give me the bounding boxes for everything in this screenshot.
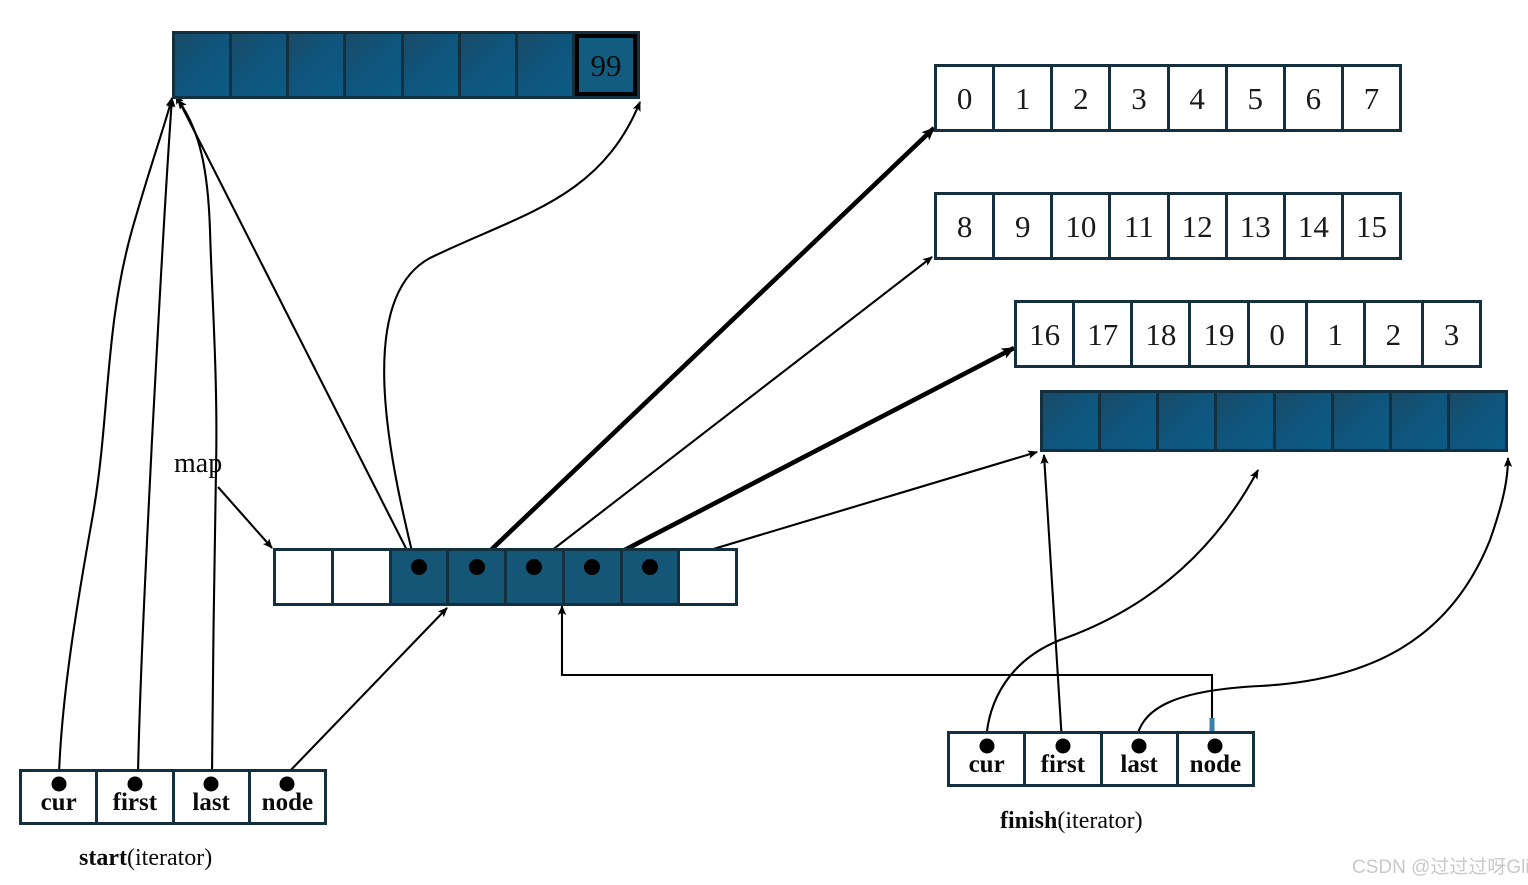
top-buffer-cell: 99 <box>574 34 637 96</box>
array-8-15-cell: 13 <box>1228 195 1286 257</box>
array-8-15-cell: 14 <box>1286 195 1344 257</box>
start-field-node: node <box>251 772 324 822</box>
top-buffer-cell <box>346 34 404 96</box>
bottom-right-buffer-cell <box>1159 393 1218 449</box>
bottom-right-buffer-cell <box>1391 393 1450 449</box>
array-0-7-cell: 6 <box>1286 67 1344 129</box>
bottom-right-buffer-cell <box>1043 393 1102 449</box>
array-16-3-cell: 1 <box>1308 303 1366 365</box>
start-last-dot <box>203 776 219 792</box>
map-cell <box>391 551 450 603</box>
top-buffer-cell <box>403 34 461 96</box>
array-0-7: 01234567 <box>934 64 1402 132</box>
bottom-right-buffer-cell <box>1275 393 1334 449</box>
map-cell-pointer-dot <box>410 559 427 575</box>
array-8-15-cell: 9 <box>995 195 1054 257</box>
array-0-7-cell: 2 <box>1053 67 1112 129</box>
top-buffer-cell <box>289 34 347 96</box>
array-16-3-cell: 2 <box>1366 303 1424 365</box>
watermark: CSDN @过过过呀Glik <box>1352 857 1528 878</box>
array-8-15: 8 9 10 11 12 13 14 15 <box>934 192 1402 260</box>
start-caption-bold: start <box>79 845 127 871</box>
map-cell-pointer-dot <box>468 559 485 575</box>
start-field-first: first <box>98 772 175 822</box>
array-8-15-cell: 8 <box>937 195 996 257</box>
start-field-last: last <box>175 772 251 822</box>
diagram-canvas: 99 01234567 8 9 10 11 12 13 14 15 16 17 18 19 0 1 2 3 … <box>0 0 1528 885</box>
map-cell <box>622 551 681 603</box>
array-16-3-cell: 18 <box>1133 303 1192 365</box>
start-caption-rest: (iterator) <box>126 845 213 871</box>
start-field-label: last <box>192 789 230 816</box>
finish-field-first: first <box>1026 734 1103 784</box>
array-16-3-cell: 19 <box>1191 303 1250 365</box>
finish-cur-dot <box>979 738 995 754</box>
top-buffer: 99 <box>172 31 640 99</box>
map-cell-pointer-dot <box>641 559 658 575</box>
array-16-3-cell: 17 <box>1075 303 1134 365</box>
finish-caption-rest: (iterator) <box>1057 808 1143 834</box>
array-16-3: 16 17 18 19 0 1 2 3 <box>1014 300 1482 368</box>
map-cell-pointer-dot <box>526 559 543 575</box>
start-field-label: node <box>261 789 314 816</box>
map-cell <box>564 551 623 603</box>
map-cell <box>333 551 392 603</box>
array-0-7-cell: 1 <box>995 67 1054 129</box>
top-buffer-cell <box>175 34 233 96</box>
array-16-3-cell: 16 <box>1017 303 1076 365</box>
array-16-3-cell: 3 <box>1443 316 1460 352</box>
finish-field-node: node <box>1179 734 1252 784</box>
map-array <box>273 548 738 606</box>
bottom-right-buffer <box>1040 390 1508 452</box>
top-buffer-cell <box>460 34 518 96</box>
array-0-7-cell: 0 <box>937 67 996 129</box>
start-field-cur: cur <box>22 772 99 822</box>
start-iterator: cur first last node <box>19 769 327 825</box>
array-8-15-cell: 15 <box>1355 208 1387 244</box>
array-0-7-cell: 4 <box>1170 67 1228 129</box>
bottom-right-buffer-cell <box>1449 393 1505 449</box>
array-8-15-cell: 11 <box>1111 195 1170 257</box>
start-field-label: cur <box>40 789 77 816</box>
array-8-15-cell: 10 <box>1053 195 1112 257</box>
finish-field-cur: cur <box>950 734 1027 784</box>
bottom-right-buffer-cell <box>1101 393 1160 449</box>
bottom-right-buffer-cell <box>1333 393 1392 449</box>
finish-node-dot <box>1207 738 1223 754</box>
map-label: map <box>174 448 223 479</box>
map-cell <box>449 551 507 603</box>
finish-iterator-caption: finish(iterator) <box>1000 808 1143 835</box>
top-buffer-cell <box>517 34 575 96</box>
map-cell-pointer-dot <box>584 559 601 575</box>
start-first-dot <box>127 776 143 792</box>
finish-caption-bold: finish <box>1000 808 1058 834</box>
finish-field-label: node <box>1189 751 1242 778</box>
finish-last-dot <box>1131 738 1147 754</box>
array-16-3-cell: 0 <box>1250 303 1308 365</box>
start-field-label: first <box>112 789 158 816</box>
array-0-7-cell: 7 <box>1363 80 1380 116</box>
map-cell <box>276 551 334 603</box>
top-buffer-cell <box>232 34 290 96</box>
array-0-7-cell: 3 <box>1111 67 1170 129</box>
finish-field-label: last <box>1120 751 1158 778</box>
start-node-dot <box>279 776 295 792</box>
finish-field-last: last <box>1103 734 1179 784</box>
finish-field-label: cur <box>968 751 1005 778</box>
finish-iterator: cur first last node <box>947 731 1255 787</box>
map-cell <box>680 551 735 603</box>
bottom-right-buffer-cell <box>1217 393 1276 449</box>
start-iterator-caption: start(iterator) <box>79 845 212 872</box>
finish-field-label: first <box>1040 751 1086 778</box>
array-8-15-cell: 12 <box>1170 195 1228 257</box>
start-cur-dot <box>51 776 67 792</box>
map-cell <box>507 551 565 603</box>
finish-first-dot <box>1055 738 1071 754</box>
array-0-7-cell: 5 <box>1228 67 1286 129</box>
